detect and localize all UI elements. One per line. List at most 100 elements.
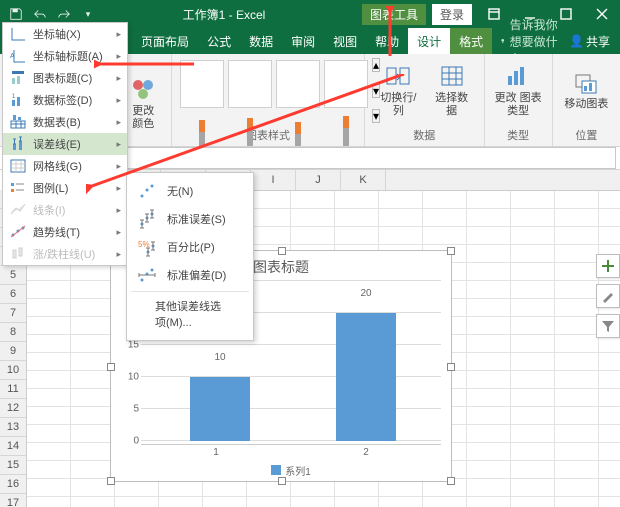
chart-legend[interactable]: 系列1 — [141, 463, 441, 477]
row-header[interactable]: 14 — [0, 437, 26, 456]
row-header[interactable]: 13 — [0, 418, 26, 437]
share-button[interactable]: 👤共享 — [559, 28, 620, 54]
row-header[interactable]: 15 — [0, 456, 26, 475]
chart-title-icon — [9, 70, 27, 86]
svg-text:1: 1 — [12, 94, 16, 100]
error-bars-submenu: 无(N) 标准误差(S) 5%百分比(P) 标准偏差(D) 其他误差线选项(M)… — [126, 172, 254, 341]
menu-data-labels[interactable]: 1数据标签(D)▸ — [3, 89, 127, 111]
tab-formula[interactable]: 公式 — [198, 28, 240, 54]
menu-axes[interactable]: 坐标轴(X)▸ — [3, 23, 127, 45]
chart-bar[interactable] — [336, 313, 396, 441]
menu-trendline[interactable]: 趋势线(T)▸ — [3, 221, 127, 243]
move-chart-button[interactable]: 移动图表 — [559, 56, 614, 125]
chart-brush-button[interactable] — [596, 284, 620, 308]
col-header[interactable]: I — [251, 170, 296, 190]
chart-style-2[interactable] — [228, 60, 272, 108]
gridlines-icon — [9, 158, 27, 174]
chart-plus-button[interactable] — [596, 254, 620, 278]
menu-error-bars[interactable]: 误差线(E)▸ — [3, 133, 127, 155]
row-header[interactable]: 7 — [0, 304, 26, 323]
group-label-position: 位置 — [559, 125, 614, 144]
col-header[interactable]: K — [341, 170, 386, 190]
data-labels-icon: 1 — [9, 92, 27, 108]
contextual-tab-label: 图表工具 — [362, 4, 426, 25]
percent-icon: 5% — [135, 235, 159, 259]
chart-bar[interactable] — [190, 377, 250, 441]
error-bars-none[interactable]: 无(N) — [127, 177, 253, 205]
change-colors-button[interactable]: 更改 颜色 — [122, 74, 165, 133]
ribbon-options-icon[interactable] — [476, 0, 512, 28]
chart-type-icon — [504, 63, 532, 91]
menu-chart-title[interactable]: 图表标题(C)▸ — [3, 67, 127, 89]
error-bars-icon — [9, 136, 27, 152]
row-header[interactable]: 8 — [0, 323, 26, 342]
chart-x-axis: 12 — [141, 444, 441, 459]
svg-text:A: A — [10, 53, 15, 60]
switch-label: 切换行/列 — [375, 92, 422, 118]
error-bars-percent[interactable]: 5%百分比(P) — [127, 233, 253, 261]
qat-more-icon[interactable]: ▾ — [79, 5, 97, 23]
tab-help[interactable]: 帮助 — [366, 28, 408, 54]
col-header[interactable]: J — [296, 170, 341, 190]
legend-icon — [9, 180, 27, 196]
move-chart-icon — [572, 69, 600, 97]
chart-style-3[interactable] — [276, 60, 320, 108]
stderr-icon — [135, 207, 159, 231]
move-chart-label: 移动图表 — [564, 98, 608, 111]
close-button[interactable] — [584, 0, 620, 28]
error-bars-more[interactable]: 其他误差线选项(M)... — [127, 294, 253, 336]
lines-icon — [9, 202, 27, 218]
none-icon — [135, 179, 159, 203]
undo-icon[interactable] — [31, 5, 49, 23]
menu-data-table[interactable]: 数据表(B)▸ — [3, 111, 127, 133]
tab-view[interactable]: 视图 — [324, 28, 366, 54]
row-header[interactable]: 9 — [0, 342, 26, 361]
share-label: 共享 — [586, 33, 610, 50]
select-data-button[interactable]: 选择数据 — [426, 56, 478, 125]
redo-icon[interactable] — [55, 5, 73, 23]
stddev-icon — [135, 263, 159, 287]
trendline-icon — [9, 224, 27, 240]
menu-axis-titles[interactable]: A坐标轴标题(A)▸ — [3, 45, 127, 67]
login-button[interactable]: 登录 — [432, 4, 472, 25]
row-header[interactable]: 11 — [0, 380, 26, 399]
menu-gridlines[interactable]: 网格线(G)▸ — [3, 155, 127, 177]
menu-updown-bars: 涨/跌柱线(U)▸ — [3, 243, 127, 265]
legend-label: 系列1 — [285, 463, 311, 478]
save-icon[interactable] — [7, 5, 25, 23]
menu-lines: 线条(I)▸ — [3, 199, 127, 221]
group-label-data: 数据 — [371, 125, 478, 144]
add-chart-element-menu: 坐标轴(X)▸ A坐标轴标题(A)▸ 图表标题(C)▸ 1数据标签(D)▸ 数据… — [2, 22, 128, 266]
row-header[interactable]: 6 — [0, 285, 26, 304]
row-header[interactable]: 10 — [0, 361, 26, 380]
formula-input[interactable] — [96, 147, 616, 169]
chart-filter-button[interactable] — [596, 314, 620, 338]
row-header[interactable]: 17 — [0, 494, 26, 507]
row-header[interactable]: 16 — [0, 475, 26, 494]
row-header[interactable]: 12 — [0, 399, 26, 418]
error-bars-stddev[interactable]: 标准偏差(D) — [127, 261, 253, 289]
tab-layout[interactable]: 页面布局 — [132, 28, 198, 54]
switch-row-col-button[interactable]: 切换行/列 — [371, 56, 426, 125]
tab-format[interactable]: 格式 — [450, 28, 492, 54]
legend-swatch — [271, 465, 281, 475]
chart-style-4[interactable] — [324, 60, 368, 108]
group-label-type: 类型 — [491, 125, 546, 144]
tab-data[interactable]: 数据 — [240, 28, 282, 54]
chart-style-1[interactable] — [180, 60, 224, 108]
updown-icon — [9, 246, 27, 262]
menu-legend[interactable]: 图例(L)▸ — [3, 177, 127, 199]
error-bars-stderr[interactable]: 标准误差(S) — [127, 205, 253, 233]
select-data-icon — [438, 63, 466, 91]
window-title: 工作簿1 - Excel — [104, 6, 344, 23]
change-colors-label: 更改 颜色 — [126, 105, 161, 131]
tell-me-input[interactable]: 告诉我你想要做什么 — [492, 28, 559, 54]
tab-design[interactable]: 设计 — [408, 28, 450, 54]
change-chart-type-button[interactable]: 更改 图表类型 — [491, 56, 546, 125]
tab-review[interactable]: 审阅 — [282, 28, 324, 54]
row-header[interactable]: 5 — [0, 266, 26, 285]
data-table-icon — [9, 114, 27, 130]
change-type-label: 更改 图表类型 — [495, 92, 542, 118]
chart-styles-gallery[interactable] — [178, 56, 370, 125]
switch-icon — [384, 63, 412, 91]
